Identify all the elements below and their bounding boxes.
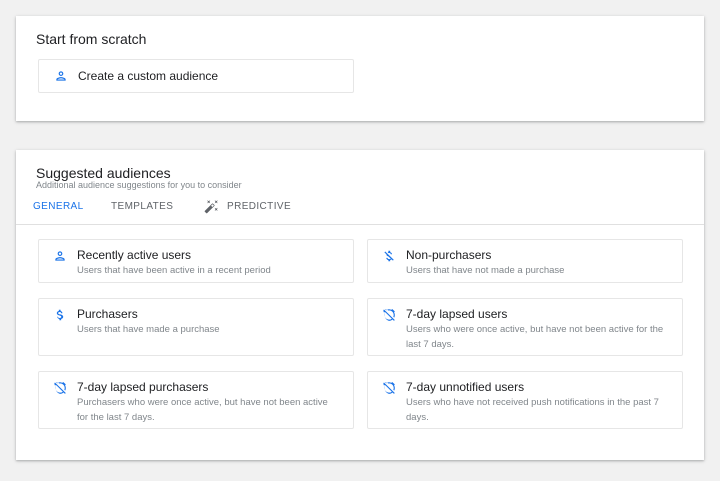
audience-tabs: GENERAL TEMPLATES PREDICTIVE: [16, 197, 704, 225]
audience-tile-recently-active-users[interactable]: Recently active users Users that have be…: [38, 239, 354, 283]
tab-predictive-label: PREDICTIVE: [227, 201, 292, 212]
alarm-off-icon: [53, 381, 67, 395]
audience-tile-title: Purchasers: [77, 307, 138, 321]
suggested-audiences-subtitle: Additional audience suggestions for you …: [36, 180, 242, 190]
audience-tile-title: Recently active users: [77, 248, 192, 262]
person-icon: [54, 69, 68, 83]
no-dollar-icon: [382, 249, 396, 263]
audience-tile-non-purchasers[interactable]: Non-purchasers Users that have not made …: [367, 239, 683, 283]
audience-tile-7-day-lapsed-purchasers[interactable]: 7-day lapsed purchasers Purchasers who w…: [38, 371, 354, 429]
alarm-off-icon: [382, 308, 396, 322]
audience-tile-title: Non-purchasers: [406, 248, 492, 262]
magic-wand-icon: [204, 199, 219, 214]
audience-tile-title: 7-day lapsed users: [406, 307, 508, 321]
dollar-icon: [53, 308, 67, 322]
tab-general[interactable]: GENERAL: [33, 201, 84, 212]
tab-templates[interactable]: TEMPLATES: [111, 201, 173, 212]
suggested-audiences-title: Suggested audiences: [36, 165, 171, 181]
create-custom-audience-tile[interactable]: Create a custom audience: [38, 59, 354, 93]
create-custom-audience-label: Create a custom audience: [78, 69, 219, 83]
audience-tile-title: 7-day lapsed purchasers: [77, 380, 209, 394]
audience-tile-description: Users that have not made a purchase: [406, 265, 565, 276]
audience-tile-description: Users who have not received push notific…: [406, 397, 659, 423]
suggested-audiences-card: Suggested audiences Additional audience …: [16, 150, 704, 460]
tab-predictive[interactable]: PREDICTIVE: [204, 199, 292, 214]
audience-tile-7-day-lapsed-users[interactable]: 7-day lapsed users Users who were once a…: [367, 298, 683, 356]
audience-tile-title: 7-day unnotified users: [406, 380, 525, 394]
person-icon: [53, 249, 67, 263]
audience-tile-description: Purchasers who were once active, but hav…: [77, 397, 328, 423]
start-from-scratch-title: Start from scratch: [36, 31, 147, 47]
audience-tile-description: Users that have been active in a recent …: [77, 265, 271, 276]
audience-tile-purchasers[interactable]: Purchasers Users that have made a purcha…: [38, 298, 354, 356]
audience-tile-description: Users who were once active, but have not…: [406, 324, 664, 350]
audience-tile-7-day-unnotified-users[interactable]: 7-day unnotified users Users who have no…: [367, 371, 683, 429]
start-from-scratch-card: Start from scratch Create a custom audie…: [16, 16, 704, 121]
audience-tile-description: Users that have made a purchase: [77, 324, 220, 335]
alarm-off-icon: [382, 381, 396, 395]
